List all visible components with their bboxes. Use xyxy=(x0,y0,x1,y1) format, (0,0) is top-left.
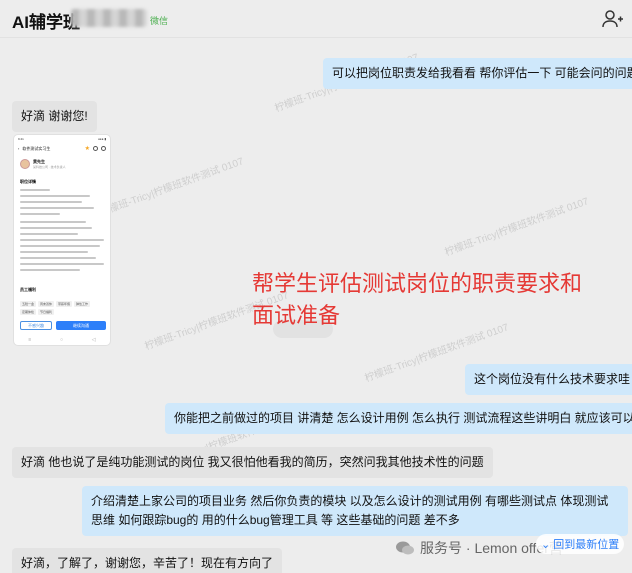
back-icon: ‹ xyxy=(18,146,20,151)
watermark: 柠檬班-Tricy|柠檬班软件测试 0107 xyxy=(443,196,591,259)
message-bubble-right[interactable]: 你能把之前做过的项目 讲清楚 怎么设计用例 怎么执行 测试流程这些讲明白 就应该… xyxy=(165,403,632,434)
more-icon xyxy=(101,146,106,151)
text-line xyxy=(20,213,60,215)
text-line xyxy=(20,195,90,197)
benefit-tag: 带薪年假 xyxy=(56,301,73,307)
text-line xyxy=(20,233,78,235)
wechat-tag: 微信 xyxy=(150,16,169,26)
annotation-overlay: 帮学生评估测试岗位的职责要求和 面试准备 xyxy=(252,268,582,332)
phone-nav-bar: ≡ ○ ◁ xyxy=(14,337,110,343)
status-time: 9:41 xyxy=(18,137,24,141)
chat-title: AI辅学班 xyxy=(12,13,80,32)
benefit-tag: 节日福利 xyxy=(38,309,55,315)
section-job-details: 职位详情 xyxy=(20,179,36,184)
text-line xyxy=(20,207,94,209)
job-description-image[interactable]: 9:41 ●●● ▮ ‹ 软件测试实习生 ★ 黄先生 某科技公司 · 技术负责人… xyxy=(13,134,111,346)
nav-menu-icon: ≡ xyxy=(28,337,32,343)
message-bubble-right[interactable]: 可以把岗位职责发给我看看 帮你评估一下 可能会问的问题 xyxy=(323,58,632,89)
not-interested-button: 不感兴趣 xyxy=(20,321,52,330)
avatar xyxy=(20,159,30,169)
text-line xyxy=(20,227,92,229)
arrow-down-icon: ⌄ xyxy=(541,539,551,551)
add-user-icon[interactable] xyxy=(600,7,624,31)
text-line xyxy=(20,251,88,253)
benefit-tag: 定期体检 xyxy=(20,309,37,315)
status-icons: ●●● ▮ xyxy=(98,137,106,141)
wechat-icon xyxy=(396,541,414,555)
watermark: 柠檬班-Tricy|柠檬班软件测试 0107 xyxy=(98,156,246,219)
section-benefits: 员工福利 xyxy=(20,287,36,292)
chat-header: AI辅学班 微信 xyxy=(0,0,632,38)
continue-chat-button: 继续沟通 xyxy=(56,321,106,330)
annotation-line-1: 帮学生评估测试岗位的职责要求和 xyxy=(252,271,583,296)
benefit-tags: 五险一金 周末双休 带薪年假 弹性工作 定期体检 节日福利 xyxy=(20,301,106,315)
recruiter-company: 某科技公司 · 技术负责人 xyxy=(33,165,66,169)
nav-home-icon: ○ xyxy=(60,337,64,343)
benefit-tag: 弹性工作 xyxy=(74,301,91,307)
jump-to-latest-button[interactable]: ⌄ 回到最新位置 xyxy=(536,534,625,554)
text-line xyxy=(20,221,86,223)
message-bubble-left[interactable]: 好滴，了解了，谢谢您，辛苦了！现在有方向了 xyxy=(12,548,283,573)
message-bubble-right[interactable]: 这个岗位没有什么技术要求哇 xyxy=(465,364,632,395)
message-bubble-left[interactable]: 好滴 谢谢您! xyxy=(12,101,97,132)
nav-back-icon: ◁ xyxy=(91,337,96,343)
message-bubble-right[interactable]: 介绍清楚上家公司的项目业务 然后你负责的模块 以及怎么设计的测试用例 有哪些测试… xyxy=(82,486,628,536)
text-line xyxy=(20,189,50,191)
benefit-tag: 五险一金 xyxy=(20,301,37,307)
annotation-line-2: 面试准备 xyxy=(252,303,341,328)
phone-header: ‹ 软件测试实习生 ★ xyxy=(14,143,110,154)
star-icon: ★ xyxy=(84,146,90,152)
text-line xyxy=(20,239,104,241)
text-line xyxy=(20,263,104,265)
text-line xyxy=(20,269,80,271)
jump-to-latest-label: 回到最新位置 xyxy=(553,539,620,551)
message-bubble-left[interactable]: 好滴 他也说了是纯功能测试的岗位 我又很怕他看我的简历，突然问我其他技术性的问题 xyxy=(12,447,493,478)
text-line xyxy=(20,257,96,259)
share-icon xyxy=(93,146,98,151)
job-title: 软件测试实习生 xyxy=(22,145,51,151)
phone-status-bar: 9:41 ●●● ▮ xyxy=(14,135,110,143)
blurred-group-name xyxy=(71,9,147,27)
text-line xyxy=(20,201,82,203)
text-line xyxy=(20,245,100,247)
benefit-tag: 周末双休 xyxy=(38,301,55,307)
